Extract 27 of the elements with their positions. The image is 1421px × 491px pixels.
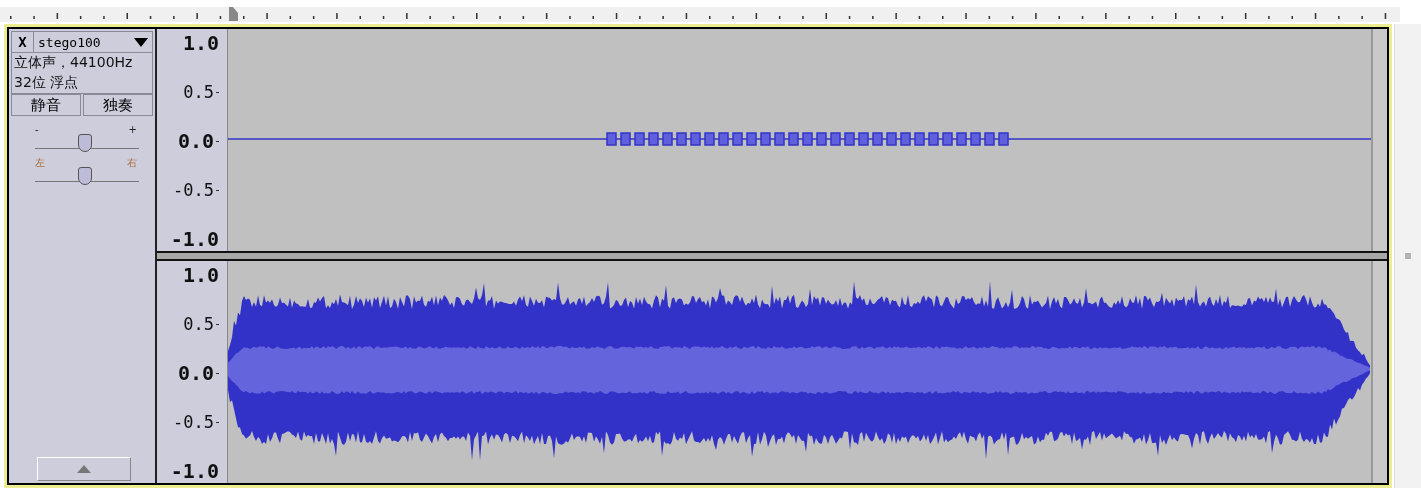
scale-label: 0.0	[177, 129, 214, 153]
scale-label: -0.5	[173, 412, 214, 432]
mute-button[interactable]: 静音	[11, 94, 81, 116]
scale-label: -0.5	[173, 180, 214, 200]
slider-min-label: 左	[35, 157, 45, 169]
scale-label: 0.5	[183, 314, 214, 334]
scale-label: -1.0	[170, 227, 219, 251]
slider-thumb[interactable]	[77, 167, 92, 185]
solo-button[interactable]: 独奏	[83, 94, 153, 116]
scale-label: 0.0	[177, 361, 214, 385]
pan-slider[interactable]	[35, 169, 139, 182]
slider-thumb[interactable]	[77, 134, 92, 152]
scrollbar[interactable]	[1394, 24, 1421, 488]
track-info: 立体声，44100Hz	[14, 54, 134, 72]
scale-label: 1.0	[182, 31, 219, 55]
grip-icon	[1405, 253, 1411, 259]
gain-slider[interactable]	[35, 136, 139, 149]
track-info: 32位 浮点	[14, 74, 80, 92]
caret-icon	[134, 37, 148, 47]
scale-label: 0.5	[183, 82, 214, 102]
scale-label: 1.0	[182, 263, 219, 287]
scale-label: -1.0	[170, 459, 219, 483]
collapse-button[interactable]	[37, 457, 131, 481]
slider-max-label: +	[128, 124, 137, 136]
slider-min-label: -	[35, 124, 39, 136]
triangle-up-icon	[77, 465, 91, 473]
slider-max-label: 右	[127, 157, 137, 169]
